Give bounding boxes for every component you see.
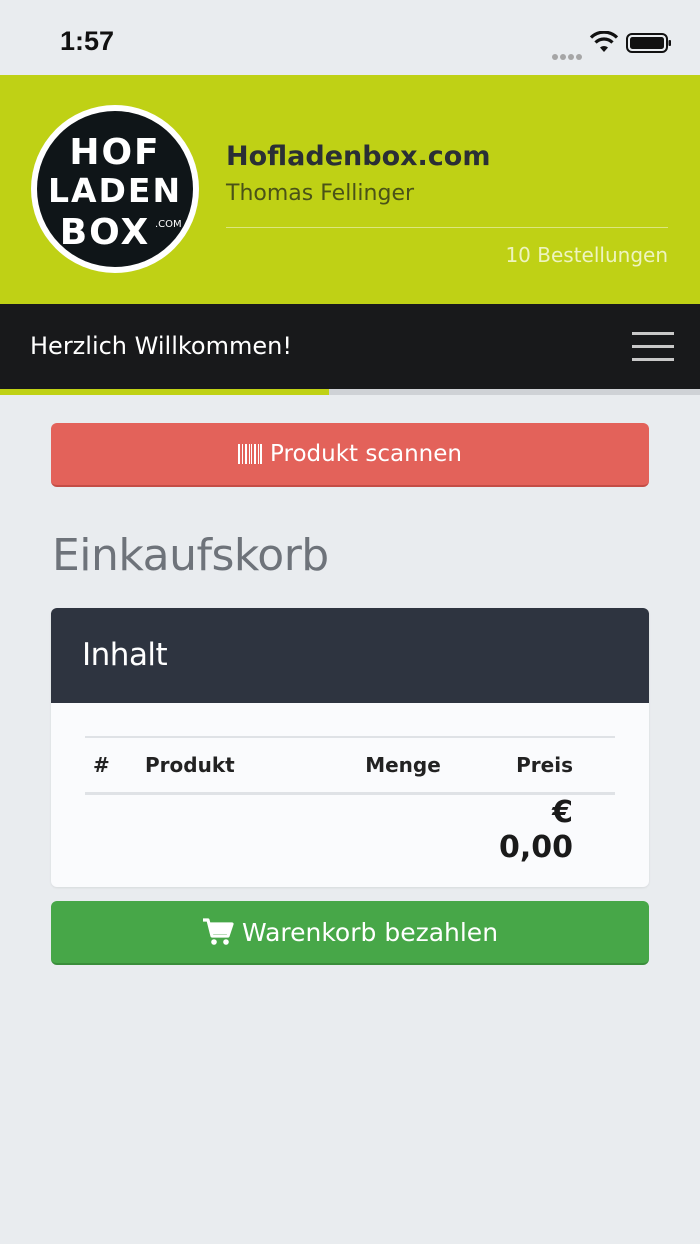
column-header-price: Preis [473,736,615,795]
logo-line-hof: HOF [69,132,161,173]
navbar: Herzlich Willkommen! [0,304,700,389]
battery-icon [626,33,671,53]
header-divider [226,227,668,228]
pay-button-label: Warenkorb bezahlen [241,917,499,947]
status-bar: 1:57 [0,0,700,75]
pay-cart-button[interactable]: Warenkorb bezahlen [51,901,649,965]
cart-table: # Produkt Menge Preis € 0,00 [85,736,615,865]
shop-name: Hofladenbox.com [226,141,491,172]
scan-button-label: Produkt scannen [270,441,462,467]
page-title: Einkaufskorb [52,530,329,581]
logo-suffix: .COM [155,219,182,230]
signal-icon [552,45,584,60]
total-row: € 0,00 [85,793,615,865]
cart-card: Inhalt # Produkt Menge Preis € 0,00 [51,608,649,887]
table-header-row: # Produkt Menge Preis [85,736,615,795]
barcode-icon [238,444,263,464]
hamburger-menu-icon[interactable] [632,330,676,364]
column-header-number: # [85,736,143,795]
hofladenbox-logo: HOF LADEN BOX .COM [31,105,199,273]
nav-title: Herzlich Willkommen! [30,332,292,360]
scan-product-button[interactable]: Produkt scannen [51,423,649,487]
progress-fill [0,389,329,395]
cart-card-header: Inhalt [51,608,649,703]
profile-header: HOF LADEN BOX .COM Hofladenbox.com Thoma… [0,75,700,304]
owner-name: Thomas Fellinger [226,181,415,206]
progress-bar [0,389,700,395]
cart-icon [202,918,234,946]
status-time: 1:57 [60,26,115,56]
column-header-quantity: Menge [333,736,473,795]
logo-line-laden: LADEN [47,171,183,210]
cart-total: € 0,00 [498,794,573,865]
column-header-product: Produkt [143,736,333,795]
orders-count[interactable]: 10 Bestellungen [505,243,668,267]
wifi-icon [589,31,619,52]
